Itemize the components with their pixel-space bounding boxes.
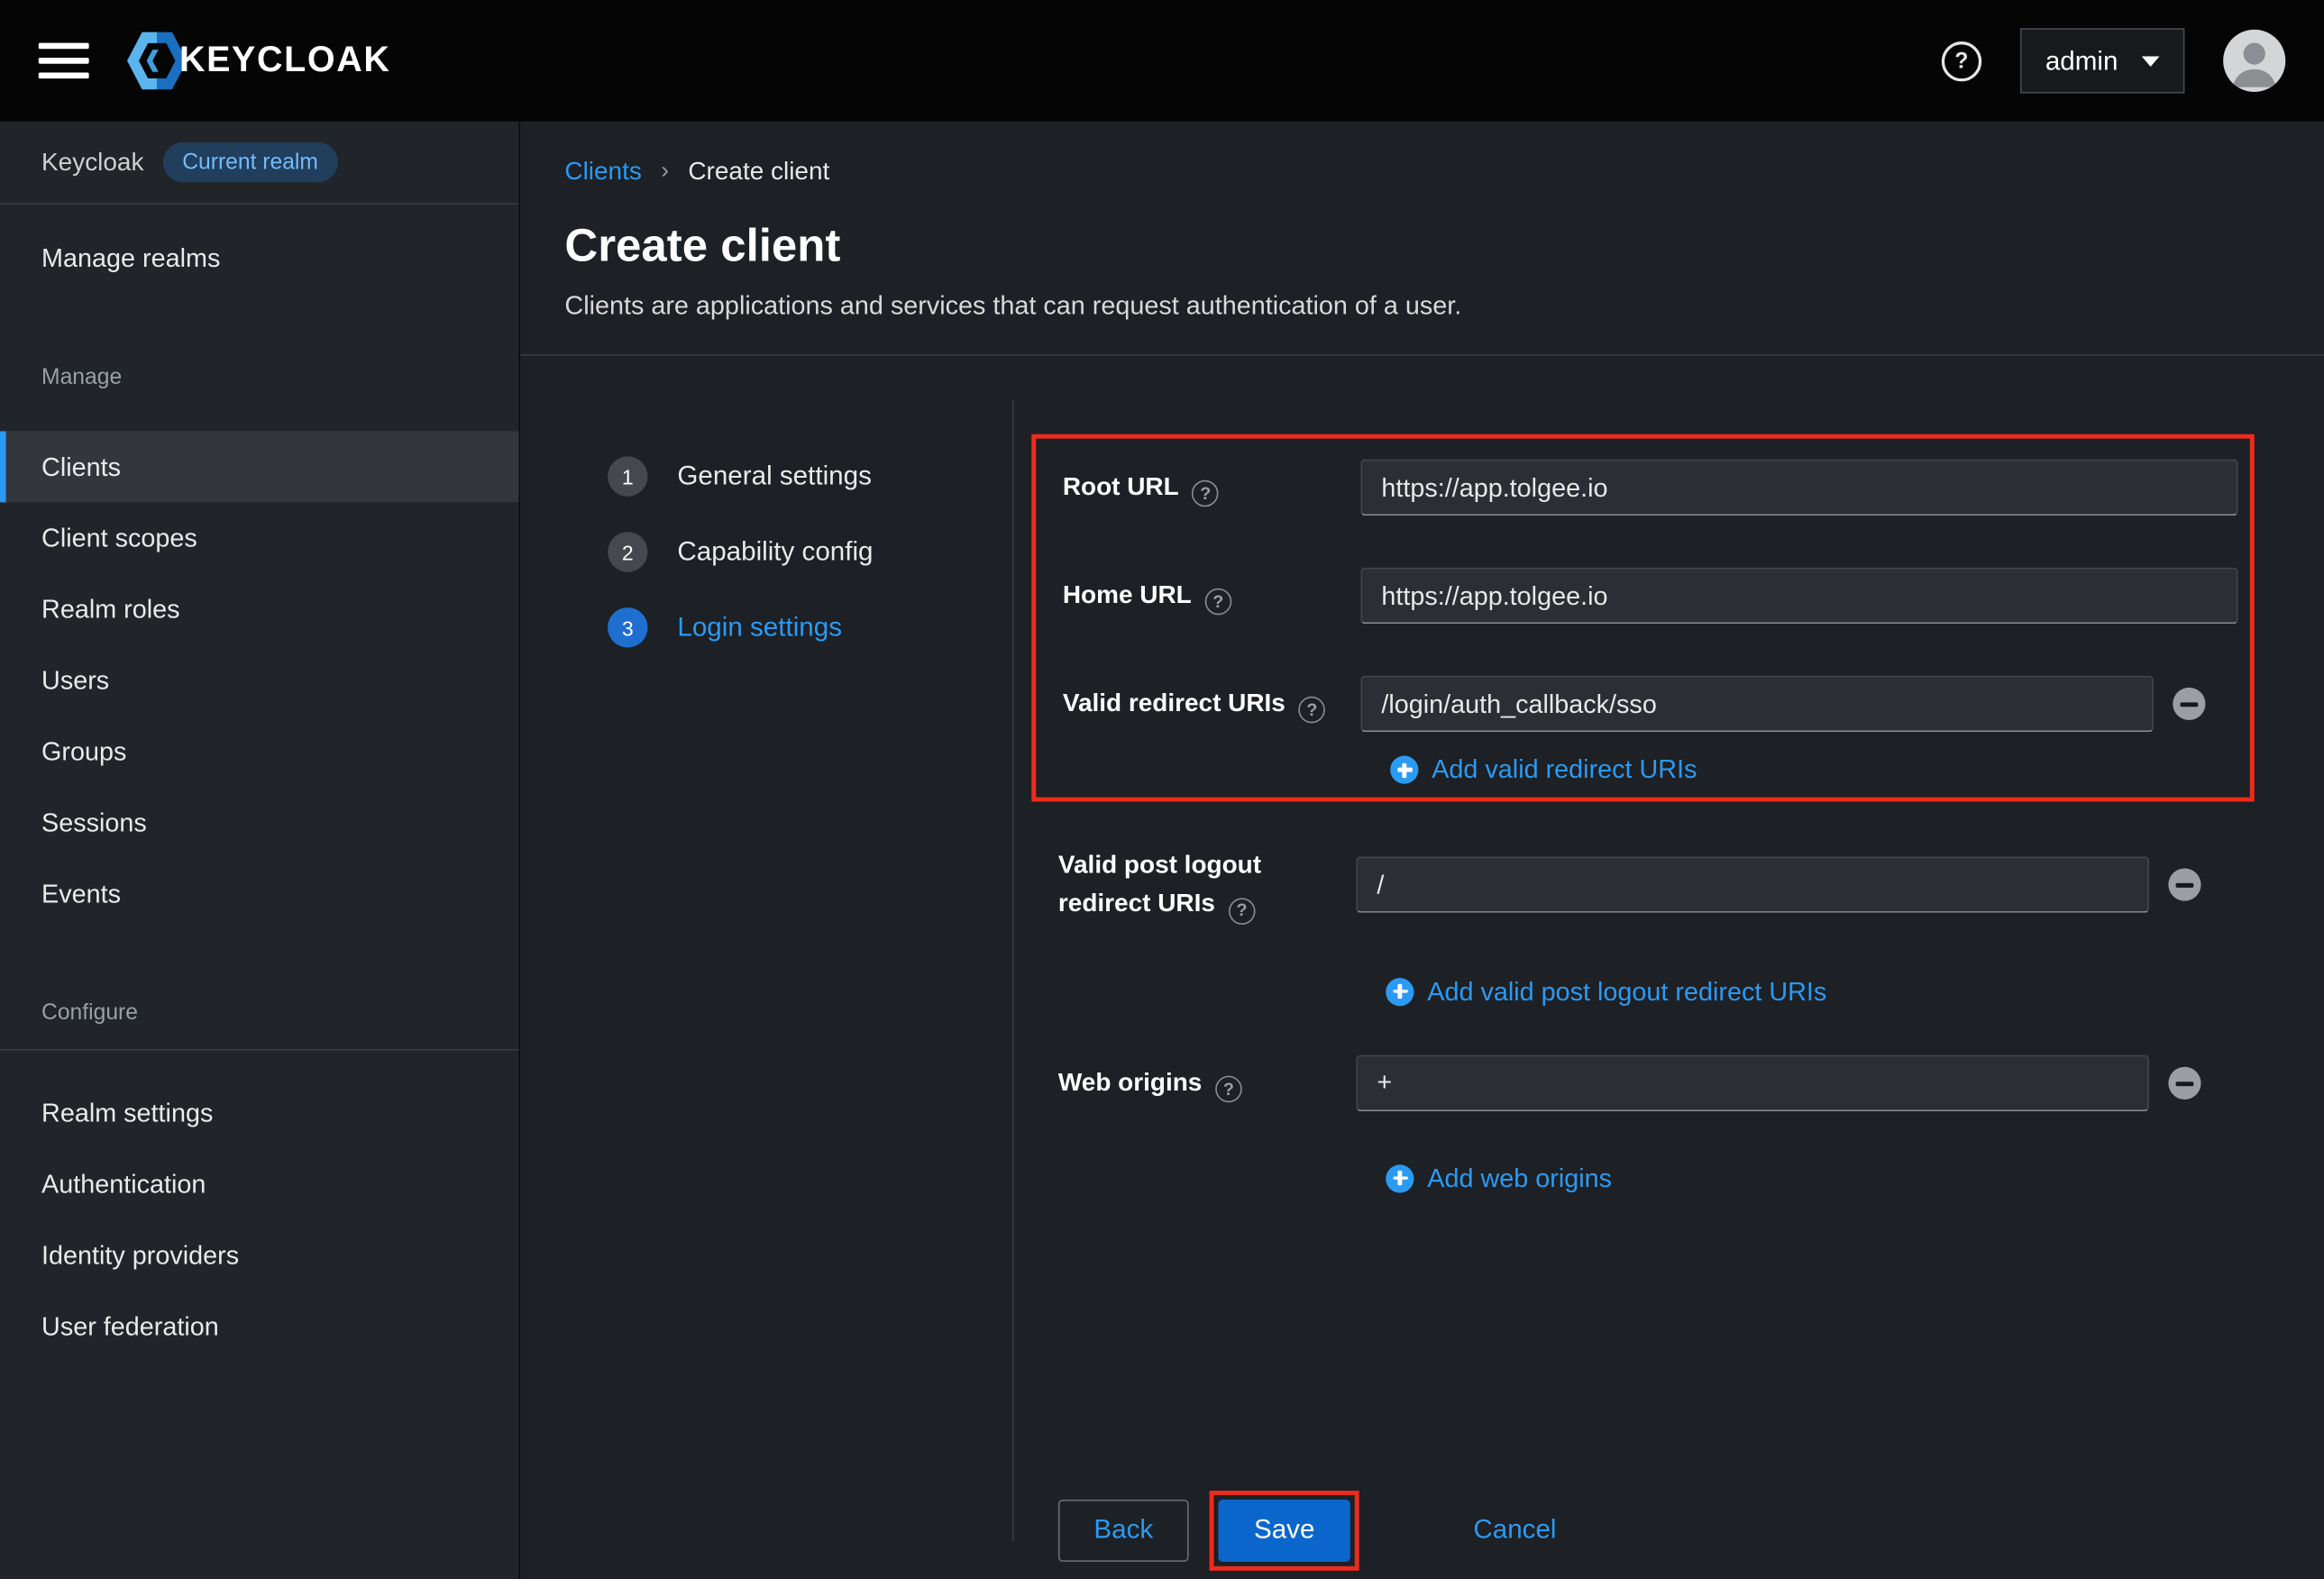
redirect-uris-row: Valid redirect URIs?: [1063, 676, 2238, 732]
web-origins-row: Web origins?: [1058, 1054, 2324, 1110]
wizard-step-capability-config[interactable]: 2 Capability config: [608, 532, 1012, 571]
content: Clients › Create client Create client Cl…: [520, 122, 2324, 1579]
help-icon[interactable]: ?: [1215, 1075, 1242, 1102]
current-realm-badge: Current realm: [163, 142, 338, 182]
wizard-step-login-settings[interactable]: 3 Login settings: [608, 607, 1012, 647]
redirect-uris-label: Valid redirect URIs?: [1063, 684, 1360, 723]
form-actions: Back Save Cancel: [1058, 1490, 2324, 1570]
realm-name: Keycloak: [41, 148, 143, 178]
step-number-badge: 2: [608, 532, 647, 571]
redirect-uri-input[interactable]: [1360, 676, 2154, 732]
sidebar-item-identity-providers[interactable]: Identity providers: [0, 1219, 518, 1291]
web-origin-input[interactable]: [1356, 1054, 2149, 1110]
help-icon[interactable]: ?: [1942, 41, 1981, 80]
plus-circle-icon: [1386, 978, 1414, 1006]
remove-post-logout-uri-button[interactable]: [2168, 869, 2200, 901]
cancel-link[interactable]: Cancel: [1473, 1515, 1556, 1547]
home-url-label: Home URL?: [1063, 576, 1360, 615]
sidebar-item-users[interactable]: Users: [0, 644, 518, 716]
step-label: Login settings: [677, 612, 842, 643]
page-title: Create client: [564, 219, 2279, 272]
masthead-toolbar: ? admin: [1942, 28, 2285, 93]
sidebar-item-sessions[interactable]: Sessions: [0, 787, 518, 858]
step-number-badge: 3: [608, 607, 647, 647]
screenshot-root: KEYCLOAK ? admin Keycloak Current realm: [0, 0, 2324, 1579]
post-logout-uris-label: Valid post logout redirect URIs?: [1058, 846, 1356, 925]
plus-circle-icon: [1390, 756, 1418, 784]
root-url-input[interactable]: [1360, 460, 2237, 516]
main-layout: Keycloak Current realm Manage realms Man…: [0, 122, 2324, 1579]
help-icon[interactable]: ?: [1229, 898, 1256, 925]
sidebar-item-client-scopes[interactable]: Client scopes: [0, 502, 518, 573]
page-body: 1 General settings 2 Capability config 3…: [520, 356, 2324, 1579]
remove-redirect-uri-button[interactable]: [2173, 688, 2205, 720]
help-icon[interactable]: ?: [1299, 697, 1326, 724]
sidebar-divider: [0, 1049, 518, 1051]
sidebar-item-clients[interactable]: Clients: [0, 431, 518, 502]
breadcrumb-separator-icon: ›: [661, 159, 669, 186]
breadcrumb-current: Create client: [688, 157, 829, 187]
page-subtitle: Clients are applications and services th…: [564, 290, 2279, 322]
keycloak-brand[interactable]: KEYCLOAK: [124, 28, 390, 93]
add-web-origin-link[interactable]: Add web origins: [1386, 1163, 2324, 1194]
hamburger-menu-icon[interactable]: [39, 43, 89, 78]
sidebar-item-user-federation[interactable]: User federation: [0, 1291, 518, 1362]
web-origins-label: Web origins?: [1058, 1063, 1356, 1102]
sidebar-item-realm-settings[interactable]: Realm settings: [0, 1077, 518, 1148]
page-header: Clients › Create client Create client Cl…: [520, 122, 2324, 356]
breadcrumb: Clients › Create client: [564, 157, 2279, 187]
login-settings-form: Root URL? Home URL? Valid: [1012, 356, 2324, 1579]
help-icon[interactable]: ?: [1192, 480, 1219, 507]
brand-text: KEYCLOAK: [179, 40, 391, 81]
user-name: admin: [2045, 45, 2118, 77]
sidebar-item-authentication[interactable]: Authentication: [0, 1148, 518, 1219]
wizard-nav: 1 General settings 2 Capability config 3…: [520, 356, 1012, 1579]
home-url-input[interactable]: [1360, 568, 2237, 624]
masthead: KEYCLOAK ? admin: [0, 0, 2324, 122]
step-label: Capability config: [677, 536, 873, 568]
keycloak-admin-console: KEYCLOAK ? admin Keycloak Current realm: [0, 0, 2324, 1579]
sidebar: Keycloak Current realm Manage realms Man…: [0, 122, 520, 1579]
add-post-logout-uri-link[interactable]: Add valid post logout redirect URIs: [1386, 976, 2324, 1008]
remove-web-origin-button[interactable]: [2168, 1066, 2200, 1099]
save-button[interactable]: Save: [1219, 1499, 1350, 1561]
wizard-divider: [1012, 400, 1014, 1541]
wizard-step-general-settings[interactable]: 1 General settings: [608, 456, 1012, 496]
plus-circle-icon: [1386, 1164, 1414, 1192]
step-number-badge: 1: [608, 456, 647, 496]
sidebar-configure-list: Realm settings Authentication Identity p…: [0, 1077, 518, 1362]
post-logout-uri-input[interactable]: [1356, 857, 2149, 913]
sidebar-item-realm-roles[interactable]: Realm roles: [0, 573, 518, 644]
sidebar-item-groups[interactable]: Groups: [0, 716, 518, 787]
root-url-label: Root URL?: [1063, 468, 1360, 507]
add-redirect-uri-link[interactable]: Add valid redirect URIs: [1390, 754, 2237, 786]
sidebar-item-manage-realms[interactable]: Manage realms: [0, 223, 518, 294]
back-button[interactable]: Back: [1058, 1499, 1189, 1561]
root-url-row: Root URL?: [1063, 460, 2238, 516]
sidebar-section-configure: Configure: [0, 929, 518, 1044]
help-icon[interactable]: ?: [1205, 589, 1232, 616]
chevron-down-icon: [2142, 56, 2160, 67]
annotation-box-url-fields: Root URL? Home URL? Valid: [1031, 434, 2254, 802]
realm-selector[interactable]: Keycloak Current realm: [0, 122, 518, 205]
sidebar-section-manage: Manage: [0, 294, 518, 408]
home-url-row: Home URL?: [1063, 568, 2238, 624]
step-label: General settings: [677, 461, 872, 492]
post-logout-uris-row: Valid post logout redirect URIs?: [1058, 846, 2324, 925]
annotation-box-save: Save: [1210, 1490, 1359, 1570]
breadcrumb-clients-link[interactable]: Clients: [564, 157, 641, 187]
avatar[interactable]: [2223, 30, 2285, 92]
user-dropdown[interactable]: admin: [2020, 28, 2185, 93]
sidebar-item-events[interactable]: Events: [0, 858, 518, 929]
sidebar-manage-list: Clients Client scopes Realm roles Users …: [0, 431, 518, 928]
